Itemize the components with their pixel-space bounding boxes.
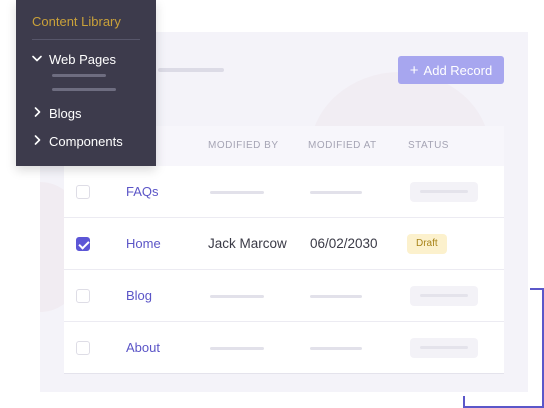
menu-item-components[interactable]: Components <box>32 134 123 149</box>
chevron-down-icon <box>32 54 42 65</box>
table-row[interactable]: FAQs <box>64 166 504 218</box>
chevron-right-icon <box>32 107 42 120</box>
menu-item-web-pages[interactable]: Web Pages <box>32 52 116 67</box>
menu-item-blogs[interactable]: Blogs <box>32 106 82 121</box>
record-name-link[interactable]: About <box>126 322 160 374</box>
modified-at: 06/02/2030 <box>310 236 378 251</box>
modified-by-placeholder <box>210 295 264 298</box>
canvas: + Add Record MODIFIED BY MODIFIED AT STA… <box>0 0 544 408</box>
modified-at-placeholder <box>310 191 362 194</box>
content-library-menu: Content Library Web Pages Blogs Componen… <box>16 0 156 166</box>
menu-title: Content Library <box>32 14 121 29</box>
header-modified-at[interactable]: MODIFIED AT <box>308 126 377 166</box>
modified-by: Jack Marcow <box>208 236 287 251</box>
row-checkbox[interactable] <box>76 289 90 303</box>
modified-at-placeholder <box>310 347 362 350</box>
header-status[interactable]: STATUS <box>408 126 449 166</box>
table-row[interactable]: About <box>64 322 504 374</box>
submenu-placeholder <box>52 74 106 77</box>
add-record-button[interactable]: + Add Record <box>398 56 504 84</box>
submenu-placeholder <box>52 88 116 91</box>
row-checkbox[interactable] <box>76 185 90 199</box>
record-name-link[interactable]: Blog <box>126 270 152 322</box>
table-row[interactable]: Blog <box>64 270 504 322</box>
modified-by-placeholder <box>210 191 264 194</box>
menu-item-label: Blogs <box>49 106 82 121</box>
menu-item-label: Components <box>49 134 123 149</box>
menu-item-label: Web Pages <box>49 52 116 67</box>
status-placeholder <box>410 182 478 202</box>
row-checkbox[interactable] <box>76 237 90 251</box>
menu-divider <box>32 39 140 40</box>
plus-icon: + <box>409 61 419 79</box>
status-placeholder <box>410 338 478 358</box>
status-placeholder <box>410 286 478 306</box>
row-checkbox[interactable] <box>76 341 90 355</box>
table-row[interactable]: Home Jack Marcow 06/02/2030 Draft <box>64 218 504 270</box>
modified-by-placeholder <box>210 347 264 350</box>
status-badge: Draft <box>407 234 447 254</box>
record-name-link[interactable]: Home <box>126 218 161 270</box>
decorative-frame-left <box>463 396 465 408</box>
decorative-frame-top <box>530 288 544 290</box>
chevron-right-icon <box>32 135 42 148</box>
title-placeholder <box>158 68 224 72</box>
record-name-link[interactable]: FAQs <box>126 166 159 218</box>
add-record-label: Add Record <box>423 62 493 78</box>
header-modified-by[interactable]: MODIFIED BY <box>208 126 279 166</box>
modified-at-placeholder <box>310 295 362 298</box>
